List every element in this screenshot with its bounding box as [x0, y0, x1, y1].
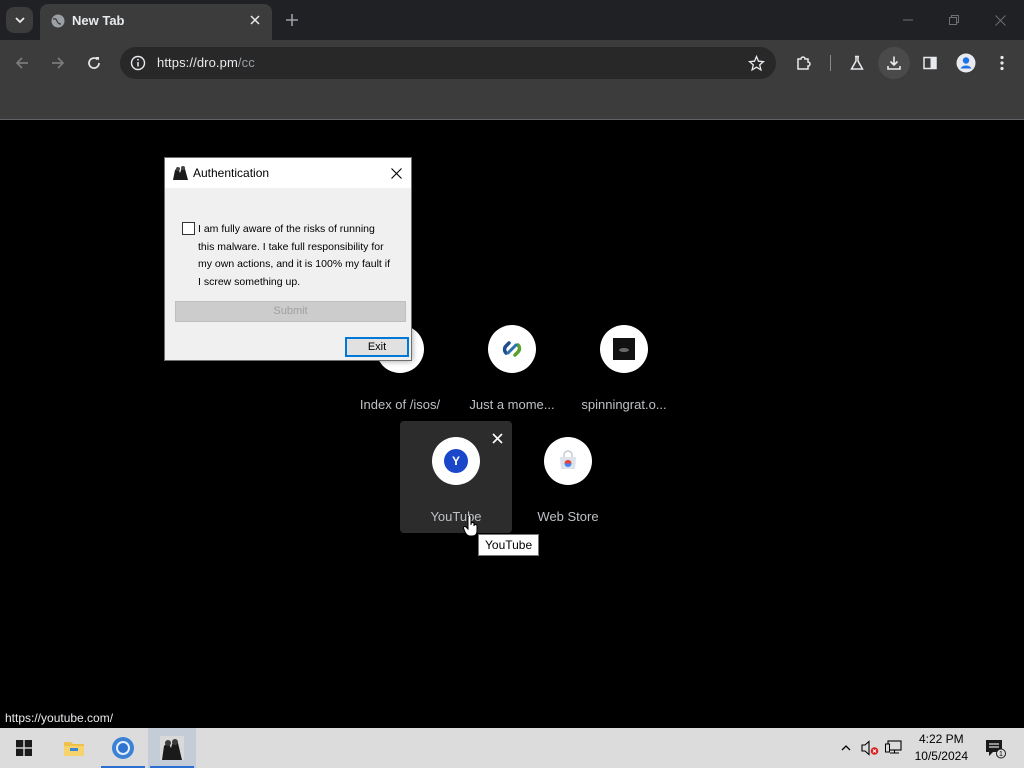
close-icon	[390, 167, 402, 179]
toolbar-separator	[830, 55, 831, 71]
agreement-text: I am fully aware of the risks of running…	[198, 223, 390, 288]
browser-toolbar: https://dro.pm/cc	[0, 40, 1024, 86]
authentication-dialog: Authentication I am fully aware of the r…	[164, 157, 412, 361]
network-icon	[885, 740, 902, 754]
exit-button[interactable]: Exit	[345, 337, 409, 357]
close-window-button[interactable]	[977, 6, 1023, 34]
speaker-muted-icon	[861, 740, 879, 756]
shortcut-label: YouTube	[430, 509, 482, 524]
tab-title: New Tab	[72, 13, 125, 28]
reload-button[interactable]	[80, 49, 108, 77]
shortcut-label: Index of /isos/	[359, 397, 441, 412]
tab-close-button[interactable]	[246, 11, 264, 29]
file-explorer-icon	[64, 742, 84, 756]
shortcut-label: Web Store	[537, 509, 599, 524]
extensions-button[interactable]	[790, 49, 818, 77]
puzzle-icon	[797, 56, 811, 70]
agreement-checkbox[interactable]	[182, 222, 195, 235]
desktop-screen: New Tab https://dro.pm/cc Index of /isos…	[0, 0, 1024, 768]
shortcut-spinningrat[interactable]: spinningrat.o...	[568, 309, 680, 421]
chrome-icon	[112, 737, 134, 759]
url-text: https://dro.pm/cc	[157, 55, 255, 70]
restore-button[interactable]	[931, 6, 977, 34]
taskbar: 4:22 PM 10/5/2024 1	[0, 728, 1024, 768]
chevron-up-icon	[841, 745, 851, 751]
close-icon	[250, 15, 260, 25]
kebab-menu-icon	[1000, 55, 1004, 71]
tray-overflow-button[interactable]	[836, 738, 856, 758]
menu-button[interactable]	[988, 49, 1016, 77]
shortcut-icon-circle	[600, 325, 648, 373]
shortcut-icon-circle: Y	[432, 437, 480, 485]
web-store-icon	[560, 450, 576, 469]
taskbar-file-explorer[interactable]	[50, 728, 98, 768]
side-panel-icon	[923, 56, 937, 70]
shortcut-youtube[interactable]: Y YouTube	[400, 421, 512, 533]
close-icon	[994, 14, 1006, 26]
shortcut-icon-circle	[544, 437, 592, 485]
bookmark-star-icon[interactable]	[746, 53, 766, 73]
forward-button[interactable]	[44, 49, 72, 77]
back-arrow-icon	[15, 57, 28, 69]
close-icon	[491, 432, 503, 444]
chevron-down-icon	[14, 17, 25, 24]
notification-count: 1	[999, 751, 1003, 758]
shortcut-icon-circle	[488, 325, 536, 373]
plus-icon	[286, 14, 298, 26]
labs-button[interactable]	[843, 49, 871, 77]
clock-time: 4:22 PM	[918, 732, 964, 746]
minimize-icon	[903, 19, 913, 21]
globe-icon	[51, 14, 65, 28]
downloads-button-overlay[interactable]	[880, 49, 908, 77]
start-button[interactable]	[0, 728, 48, 768]
notification-icon: 1	[986, 740, 1006, 759]
back-button[interactable]	[8, 49, 36, 77]
shortcut-label: spinningrat.o...	[581, 397, 667, 412]
side-panel-button[interactable]	[916, 49, 944, 77]
shortcut-just-a-moment[interactable]: Just a mome...	[456, 309, 568, 421]
windows-start-icon	[16, 740, 32, 756]
status-bar-url: https://youtube.com/	[0, 708, 119, 728]
hand-cursor-icon	[463, 516, 478, 537]
tray-volume[interactable]	[860, 738, 880, 758]
restore-icon	[949, 15, 959, 25]
taskbar-chrome[interactable]	[99, 728, 147, 768]
app-logo-icon	[173, 166, 188, 180]
active-tab[interactable]: New Tab	[40, 4, 272, 40]
clock-date: 10/5/2024	[914, 749, 968, 763]
flask-icon	[850, 55, 864, 70]
submit-button[interactable]: Submit	[175, 301, 406, 322]
taskbar-malware-app[interactable]	[148, 728, 196, 768]
bookmarks-bar	[0, 86, 1024, 120]
tab-search-button[interactable]	[6, 7, 33, 33]
shortcut-label: Just a mome...	[469, 397, 555, 412]
rat-thumbnail-icon	[613, 338, 635, 360]
reload-icon	[88, 57, 100, 69]
dialog-close-button[interactable]	[387, 164, 405, 182]
link-icon	[502, 341, 522, 357]
action-center-button[interactable]: 1	[984, 737, 1006, 759]
tray-network[interactable]	[884, 738, 904, 758]
profile-button[interactable]	[952, 49, 980, 77]
taskbar-clock[interactable]: 4:22 PM 10/5/2024	[915, 731, 968, 765]
minimize-button[interactable]	[885, 6, 931, 34]
address-bar[interactable]: https://dro.pm/cc	[120, 47, 776, 79]
url-path: /cc	[237, 55, 255, 70]
remove-shortcut-button[interactable]	[488, 429, 506, 447]
url-host: https://dro.pm	[157, 55, 238, 70]
profile-avatar-icon	[956, 53, 976, 73]
shortcut-web-store[interactable]: Web Store	[512, 421, 624, 533]
malware-app-icon	[160, 736, 184, 760]
letter-y-icon: Y	[444, 449, 468, 473]
tooltip: YouTube	[478, 534, 540, 556]
tab-strip: New Tab	[0, 0, 1024, 40]
forward-arrow-icon	[52, 57, 65, 69]
site-info-icon[interactable]	[128, 53, 148, 73]
dialog-titlebar[interactable]: Authentication	[165, 158, 411, 188]
dialog-title: Authentication	[193, 166, 270, 180]
download-icon	[887, 56, 901, 70]
new-tab-button[interactable]	[280, 8, 304, 32]
